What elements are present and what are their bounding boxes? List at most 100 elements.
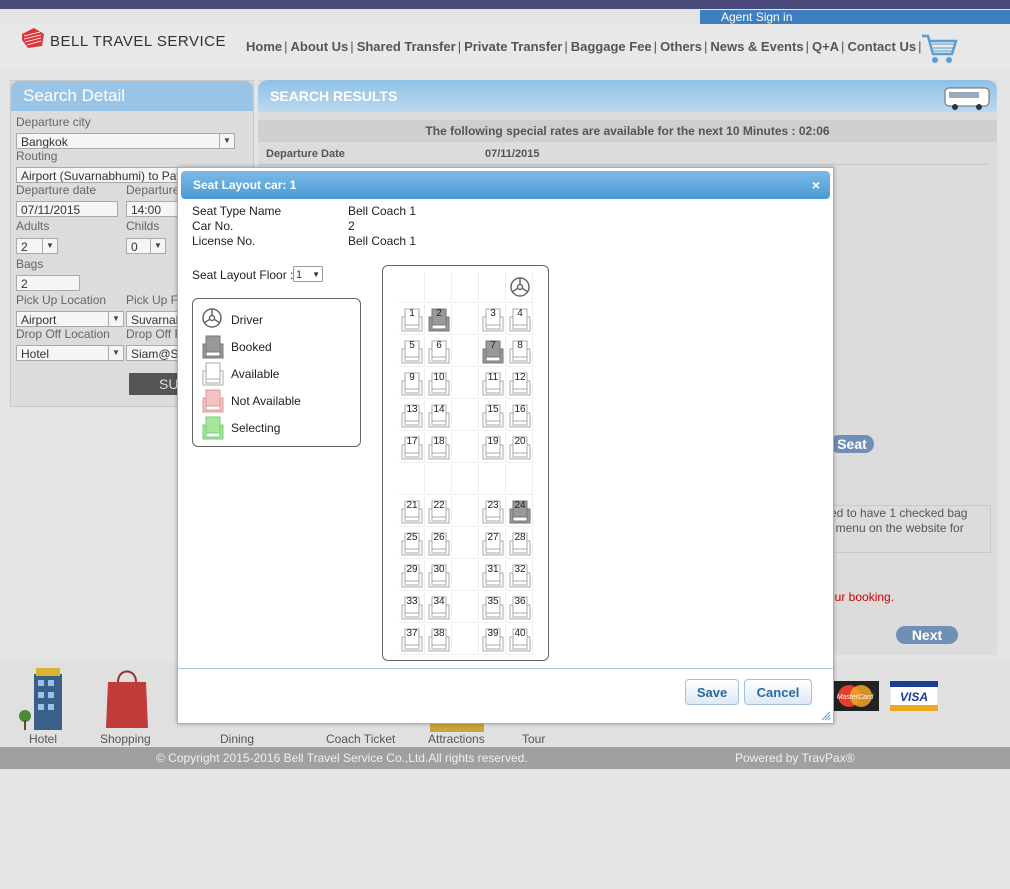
seat-number: 15 bbox=[487, 404, 499, 415]
powered-by-text: Powered by TravPax® bbox=[735, 751, 855, 765]
resize-handle-icon[interactable] bbox=[821, 711, 831, 721]
seat-17[interactable]: 17 bbox=[400, 435, 424, 461]
nav-item-home[interactable]: Home bbox=[246, 39, 282, 54]
seat-21[interactable]: 21 bbox=[400, 499, 424, 525]
seat-booked-24: 24 bbox=[508, 499, 532, 525]
seat-19[interactable]: 19 bbox=[481, 435, 505, 461]
seat-number: 10 bbox=[433, 372, 445, 383]
seat-cell bbox=[453, 368, 479, 399]
nav-item-baggage-fee[interactable]: Baggage Fee bbox=[571, 39, 652, 54]
seat-4[interactable]: 4 bbox=[508, 307, 532, 333]
hotel-icon[interactable] bbox=[16, 666, 74, 732]
floor-select-value: 1 bbox=[296, 269, 303, 281]
seat-13[interactable]: 13 bbox=[400, 403, 424, 429]
seat-cell bbox=[453, 592, 479, 623]
footer-attractions-label[interactable]: Attractions bbox=[428, 732, 485, 746]
seat-layout-dialog: Seat Layout car: 1 × Seat Type Name Bell… bbox=[177, 167, 834, 724]
dropoff-from-select[interactable]: Siam@Siam Hotel bbox=[126, 345, 178, 361]
pickup-location-select[interactable]: Airport ▼ bbox=[16, 311, 124, 327]
routing-select[interactable]: Airport (Suvarnabhumi) to Pattaya bbox=[16, 167, 178, 183]
footer-hotel-label[interactable]: Hotel bbox=[29, 732, 57, 746]
next-button[interactable]: Next bbox=[896, 626, 958, 644]
cancel-button[interactable]: Cancel bbox=[744, 679, 812, 705]
seat-18[interactable]: 18 bbox=[427, 435, 451, 461]
childs-select[interactable]: 0 ▼ bbox=[126, 238, 166, 254]
seat-30[interactable]: 30 bbox=[427, 563, 451, 589]
floor-select[interactable]: 1 ▼ bbox=[293, 266, 323, 282]
seat-37[interactable]: 37 bbox=[400, 627, 424, 653]
seat-9[interactable]: 9 bbox=[400, 371, 424, 397]
pickup-from-select[interactable]: Suvarnabhumi Airport bbox=[126, 311, 178, 327]
nav-item-contact-us[interactable]: Contact Us bbox=[847, 39, 916, 54]
nav-item-others[interactable]: Others bbox=[660, 39, 702, 54]
footer-tour-label[interactable]: Tour bbox=[522, 732, 545, 746]
seat-31[interactable]: 31 bbox=[481, 563, 505, 589]
seat-15[interactable]: 15 bbox=[481, 403, 505, 429]
seat-12[interactable]: 12 bbox=[508, 371, 532, 397]
dropoff-location-select[interactable]: Hotel ▼ bbox=[16, 345, 124, 361]
seat-38[interactable]: 38 bbox=[427, 627, 451, 653]
departure-date-input[interactable]: 07/11/2015 bbox=[16, 201, 118, 217]
seat-14[interactable]: 14 bbox=[427, 403, 451, 429]
seat-11[interactable]: 11 bbox=[481, 371, 505, 397]
footer-coach-ticket-label[interactable]: Coach Ticket bbox=[326, 732, 395, 746]
departure-city-select[interactable]: Bangkok ▼ bbox=[16, 133, 235, 149]
bell-logo-icon[interactable] bbox=[20, 26, 44, 50]
footer-shopping-label[interactable]: Shopping bbox=[100, 732, 151, 746]
seat-40[interactable]: 40 bbox=[508, 627, 532, 653]
seat-22[interactable]: 22 bbox=[427, 499, 451, 525]
seat-28[interactable]: 28 bbox=[508, 531, 532, 557]
nav-separator: | bbox=[653, 39, 658, 54]
seat-8[interactable]: 8 bbox=[508, 339, 532, 365]
seat-27[interactable]: 27 bbox=[481, 531, 505, 557]
seat-number: 28 bbox=[514, 532, 526, 543]
seat-cell: 11 bbox=[480, 368, 506, 399]
seat-cell bbox=[453, 336, 479, 367]
nav-item-about-us[interactable]: About Us bbox=[291, 39, 349, 54]
seat-available-icon bbox=[202, 362, 224, 386]
seat-34[interactable]: 34 bbox=[427, 595, 451, 621]
agent-signin-link[interactable]: Agent Sign in bbox=[700, 10, 1010, 24]
seat-35[interactable]: 35 bbox=[481, 595, 505, 621]
seat-6[interactable]: 6 bbox=[427, 339, 451, 365]
nav-item-shared-transfer[interactable]: Shared Transfer bbox=[357, 39, 456, 54]
seat-3[interactable]: 3 bbox=[481, 307, 505, 333]
seat-23[interactable]: 23 bbox=[481, 499, 505, 525]
seat-5[interactable]: 5 bbox=[400, 339, 424, 365]
seat-cell: 38 bbox=[426, 624, 452, 655]
seat-33[interactable]: 33 bbox=[400, 595, 424, 621]
nav-separator: | bbox=[284, 39, 288, 54]
seat-16[interactable]: 16 bbox=[508, 403, 532, 429]
seat-36[interactable]: 36 bbox=[508, 595, 532, 621]
shopping-bag-icon[interactable] bbox=[104, 666, 150, 730]
seat-25[interactable]: 25 bbox=[400, 531, 424, 557]
seat-20[interactable]: 20 bbox=[508, 435, 532, 461]
legend-not-available-label: Not Available bbox=[231, 394, 301, 408]
footer-dining-label[interactable]: Dining bbox=[220, 732, 254, 746]
save-button[interactable]: Save bbox=[685, 679, 739, 705]
departure-time-input[interactable]: 14:00 bbox=[126, 201, 178, 217]
seat-29[interactable]: 29 bbox=[400, 563, 424, 589]
nav-item-private-transfer[interactable]: Private Transfer bbox=[464, 39, 562, 54]
seat-10[interactable]: 10 bbox=[427, 371, 451, 397]
cart-icon[interactable] bbox=[920, 32, 958, 66]
seat-26[interactable]: 26 bbox=[427, 531, 451, 557]
bags-input[interactable]: 2 bbox=[16, 275, 80, 291]
seat-cell: 33 bbox=[399, 592, 425, 623]
nav-item-q-a[interactable]: Q+A bbox=[812, 39, 839, 54]
seat-cell: 26 bbox=[426, 528, 452, 559]
departure-date-label: Departure date bbox=[16, 183, 97, 197]
nav-separator: | bbox=[350, 39, 354, 54]
license-no-label: License No. bbox=[192, 234, 256, 248]
seat-32[interactable]: 32 bbox=[508, 563, 532, 589]
seat-button[interactable]: Seat bbox=[830, 435, 874, 453]
seat-1[interactable]: 1 bbox=[400, 307, 424, 333]
seat-39[interactable]: 39 bbox=[481, 627, 505, 653]
seat-number: 5 bbox=[409, 340, 415, 351]
search-results-title-text: SEARCH RESULTS bbox=[270, 88, 398, 104]
seat-cell bbox=[453, 464, 479, 495]
nav-item-news-events[interactable]: News & Events bbox=[710, 39, 803, 54]
close-icon[interactable]: × bbox=[812, 171, 820, 199]
adults-select[interactable]: 2 ▼ bbox=[16, 238, 58, 254]
departure-time-label: Departure time bbox=[126, 183, 178, 197]
